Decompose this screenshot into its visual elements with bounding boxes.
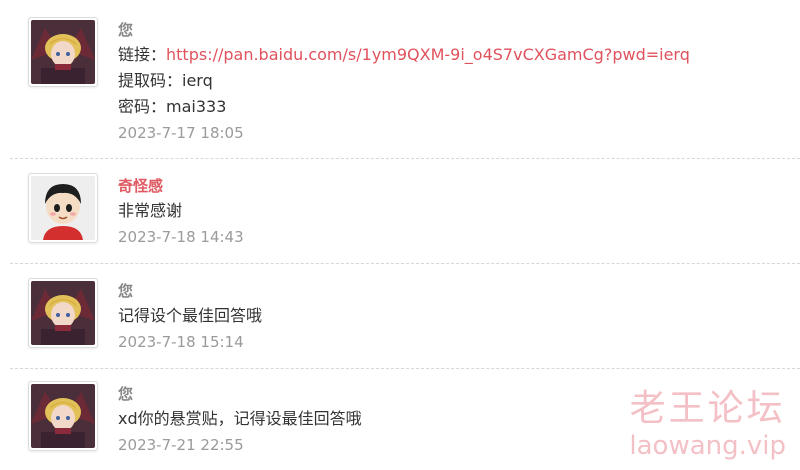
reply-content: 您 记得设个最佳回答哦 2023-7-18 15:14: [118, 279, 790, 355]
avatar[interactable]: [28, 173, 98, 243]
author-name[interactable]: 您: [118, 279, 790, 303]
reply-timestamp: 2023-7-18 14:43: [118, 228, 244, 246]
avatar[interactable]: [28, 17, 98, 87]
avatar[interactable]: [28, 381, 98, 451]
watermark-name: 老王论坛: [629, 388, 786, 429]
link-label: 链接：: [118, 45, 167, 64]
reply-message: 记得设个最佳回答哦: [118, 306, 263, 325]
password-line: 密码：mai333: [118, 97, 227, 116]
anime-character-avatar-icon: [31, 281, 95, 345]
cartoon-boy-avatar-icon: [31, 176, 95, 240]
download-link[interactable]: https://pan.baidu.com/s/1ym9QXM-9i_o4S7v…: [166, 45, 690, 64]
anime-character-avatar-icon: [31, 384, 95, 448]
reply-divider: [10, 158, 800, 159]
reply-timestamp: 2023-7-18 15:14: [118, 333, 244, 351]
site-watermark: 老王论坛 laowang.vip: [629, 388, 786, 462]
author-name[interactable]: 奇怪感: [118, 174, 790, 198]
reply-divider: [10, 263, 800, 264]
reply-message: 非常感谢: [118, 201, 183, 220]
avatar[interactable]: [28, 278, 98, 348]
anime-character-avatar-icon: [31, 20, 95, 84]
reply-content: 您 链接：https://pan.baidu.com/s/1ym9QXM-9i_…: [118, 18, 790, 146]
author-name[interactable]: 您: [118, 18, 790, 42]
extract-code-line: 提取码：ierq: [118, 71, 213, 90]
watermark-domain: laowang.vip: [629, 431, 786, 461]
reply-divider: [10, 368, 800, 369]
link-line: 链接：https://pan.baidu.com/s/1ym9QXM-9i_o4…: [118, 42, 790, 68]
reply-timestamp: 2023-7-17 18:05: [118, 124, 244, 142]
reply-content: 奇怪感 非常感谢 2023-7-18 14:43: [118, 174, 790, 250]
